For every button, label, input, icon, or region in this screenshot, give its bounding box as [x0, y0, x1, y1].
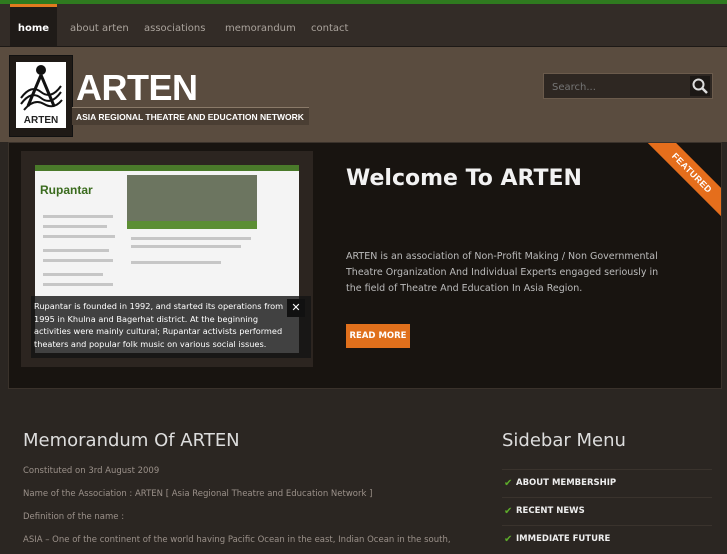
check-icon: ✔: [504, 478, 513, 489]
read-more-button[interactable]: READ MORE: [346, 324, 410, 348]
screenshot-text-line: [43, 215, 113, 218]
screenshot-site-title: Rupantar: [40, 183, 93, 197]
featured-ribbon: FEATURED: [646, 143, 721, 219]
search-button[interactable]: [690, 76, 710, 96]
site-logo[interactable]: ARTEN: [9, 55, 73, 137]
search-box: [543, 73, 713, 99]
search-input[interactable]: [550, 78, 684, 96]
featured-slider: Rupantar Rupantar is founded in 1992, an…: [8, 142, 722, 389]
site-subtitle: ASIA REGIONAL THEATRE AND EDUCATION NETW…: [72, 107, 309, 125]
main-navigation: home about arten associations memorandum…: [0, 4, 727, 47]
sidebar-item-label: RECENT NEWS: [516, 506, 585, 516]
featured-title[interactable]: Welcome To ARTEN: [346, 166, 582, 191]
content-title: Memorandum Of ARTEN: [23, 430, 240, 451]
screenshot-text-line: [131, 237, 251, 240]
logo-wordmark: ARTEN: [23, 115, 59, 126]
screenshot-text-line: [43, 235, 115, 238]
logo-mark: ARTEN: [16, 62, 66, 128]
sidebar-title: Sidebar Menu: [502, 430, 626, 451]
screenshot-text-line: [43, 273, 103, 276]
screenshot-text-line: [131, 261, 221, 264]
search-icon: [692, 78, 708, 94]
sidebar-item-label: ABOUT MEMBERSHIP: [516, 478, 617, 488]
nav-item-associations[interactable]: associations: [144, 4, 205, 46]
nav-item-about-arten[interactable]: about arten: [70, 4, 129, 46]
content-paragraph: Definition of the name :: [23, 512, 125, 522]
site-header: ARTEN ARTEN ASIA REGIONAL THEATRE AND ED…: [0, 47, 727, 142]
screenshot-nav-bar: [35, 165, 299, 171]
check-icon: ✔: [504, 506, 513, 517]
sidebar-item-recent-news[interactable]: ✔ RECENT NEWS: [502, 497, 712, 526]
nav-item-home[interactable]: home: [10, 4, 57, 46]
site-title[interactable]: ARTEN: [76, 67, 198, 109]
sidebar-item-about-membership[interactable]: ✔ ABOUT MEMBERSHIP: [502, 469, 712, 498]
content-paragraph: Constituted on 3rd August 2009: [23, 466, 160, 476]
check-icon: ✔: [504, 534, 513, 545]
screenshot-green-strip: [127, 221, 257, 229]
content-paragraph: Name of the Association : ARTEN [ Asia R…: [23, 489, 373, 499]
nav-item-contact[interactable]: contact: [311, 4, 348, 46]
slide-caption: Rupantar is founded in 1992, and started…: [31, 296, 311, 358]
screenshot-text-line: [43, 249, 109, 252]
dancer-figure-icon: [20, 65, 63, 111]
caption-close-button[interactable]: ✕: [287, 299, 305, 317]
screenshot-text-line: [43, 225, 107, 228]
sidebar-item-label: IMMEDIATE FUTURE: [516, 534, 611, 544]
sidebar-item-immediate-future[interactable]: ✔ IMMEDIATE FUTURE: [502, 525, 712, 554]
screenshot-text-line: [131, 245, 241, 248]
content-paragraph: ASIA – One of the continent of the world…: [23, 535, 451, 545]
nav-item-memorandum[interactable]: memorandum: [225, 4, 296, 46]
screenshot-text-line: [43, 259, 113, 262]
featured-description: ARTEN is an association of Non-Profit Ma…: [346, 251, 659, 294]
screenshot-photo: [127, 175, 257, 221]
slide-image-frame: Rupantar Rupantar is founded in 1992, an…: [21, 151, 313, 367]
screenshot-text-line: [43, 283, 113, 286]
